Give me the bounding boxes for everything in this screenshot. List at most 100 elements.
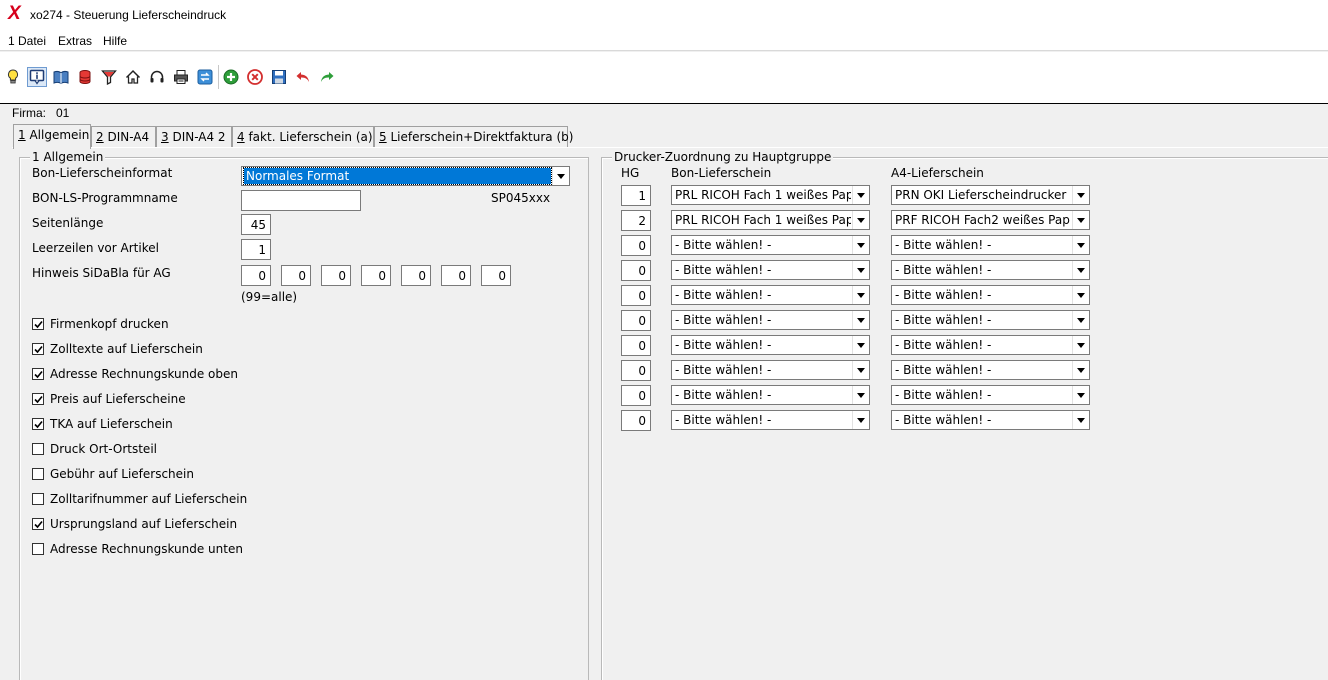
a4-printer-select[interactable]: PRF RICOH Fach2 weißes Papier (891, 210, 1090, 230)
chevron-down-icon[interactable] (852, 311, 869, 329)
tab-label: Lieferschein+Direktfaktura (b) (386, 130, 574, 144)
hg-input[interactable]: 0 (621, 260, 651, 281)
checkbox[interactable] (32, 343, 44, 355)
a4-printer-select[interactable]: - Bitte wählen! - (891, 335, 1090, 355)
chevron-down-icon[interactable] (1072, 386, 1089, 404)
bon-printer-select[interactable]: - Bitte wählen! - (671, 410, 870, 430)
bon-printer-select[interactable]: PRL RICOH Fach 1 weißes Papier (671, 210, 870, 230)
hinweis-input-1[interactable]: 0 (241, 265, 271, 286)
hg-input[interactable]: 1 (621, 185, 651, 206)
bon-programm-hint: SP045xxx (491, 191, 551, 205)
book-icon[interactable] (51, 67, 71, 87)
redo-icon[interactable] (317, 67, 337, 87)
a4-printer-select[interactable]: - Bitte wählen! - (891, 285, 1090, 305)
switch-icon[interactable] (195, 67, 215, 87)
tab-din-a4[interactable]: 2 DIN-A4 (91, 126, 156, 148)
tab-fakt-lieferschein[interactable]: 4 fakt. Lieferschein (a) (232, 126, 374, 148)
select-value: - Bitte wählen! - (895, 388, 992, 402)
chevron-down-icon[interactable] (1072, 311, 1089, 329)
bon-printer-select[interactable]: - Bitte wählen! - (671, 360, 870, 380)
chevron-down-icon[interactable] (852, 411, 869, 429)
info-icon[interactable] (27, 67, 47, 87)
chevron-down-icon[interactable] (1072, 411, 1089, 429)
headset-icon[interactable] (147, 67, 167, 87)
chevron-down-icon[interactable] (1072, 186, 1089, 204)
checkbox[interactable] (32, 543, 44, 555)
printer-icon[interactable] (171, 67, 191, 87)
chevron-down-icon[interactable] (852, 261, 869, 279)
chevron-down-icon[interactable] (852, 186, 869, 204)
home-icon[interactable] (123, 67, 143, 87)
a4-printer-select[interactable]: - Bitte wählen! - (891, 310, 1090, 330)
hinweis-input-4[interactable]: 0 (361, 265, 391, 286)
save-icon[interactable] (269, 67, 289, 87)
checkbox[interactable] (32, 443, 44, 455)
menu-extras[interactable]: Extras (58, 34, 92, 48)
hg-input[interactable]: 0 (621, 285, 651, 306)
a4-printer-select[interactable]: - Bitte wählen! - (891, 410, 1090, 430)
checkmark-icon (34, 520, 43, 529)
tab-lieferschein-direktfaktura[interactable]: 5 Lieferschein+Direktfaktura (b) (374, 126, 573, 148)
a4-printer-select[interactable]: PRN OKI Lieferscheindrucker (891, 185, 1090, 205)
a4-printer-select[interactable]: - Bitte wählen! - (891, 360, 1090, 380)
checkbox[interactable] (32, 318, 44, 330)
lightbulb-icon[interactable] (3, 67, 23, 87)
chevron-down-icon[interactable] (1072, 211, 1089, 229)
hg-input[interactable]: 0 (621, 410, 651, 431)
chevron-down-icon[interactable] (852, 236, 869, 254)
chevron-down-icon[interactable] (1072, 336, 1089, 354)
hg-input[interactable]: 0 (621, 335, 651, 356)
chevron-down-icon[interactable] (852, 211, 869, 229)
chevron-down-icon[interactable] (852, 386, 869, 404)
hinweis-input-2[interactable]: 0 (281, 265, 311, 286)
tab-din-a4-2[interactable]: 3 DIN-A4 2 (156, 126, 232, 148)
chevron-down-icon[interactable] (852, 336, 869, 354)
chevron-down-icon[interactable] (552, 167, 569, 185)
hinweis-input-7[interactable]: 0 (481, 265, 511, 286)
cancel-icon[interactable] (245, 67, 265, 87)
checkbox[interactable] (32, 368, 44, 380)
menu-datei[interactable]: 1 Datei (8, 34, 46, 48)
bon-printer-select[interactable]: - Bitte wählen! - (671, 310, 870, 330)
bon-printer-select[interactable]: - Bitte wählen! - (671, 260, 870, 280)
tab-allgemein[interactable]: 1 Allgemein (13, 124, 91, 149)
hinweis-input-3[interactable]: 0 (321, 265, 351, 286)
chevron-down-icon[interactable] (1072, 361, 1089, 379)
checkbox-label: Zolltexte auf Lieferschein (50, 342, 203, 356)
a4-printer-select[interactable]: - Bitte wählen! - (891, 260, 1090, 280)
hg-input[interactable]: 0 (621, 385, 651, 406)
hinweis-input-5[interactable]: 0 (401, 265, 431, 286)
hg-input[interactable]: 0 (621, 310, 651, 331)
filter-icon[interactable] (99, 67, 119, 87)
bon-programm-input[interactable] (241, 190, 361, 211)
undo-icon[interactable] (293, 67, 313, 87)
checkbox[interactable] (32, 418, 44, 430)
chevron-down-icon[interactable] (1072, 236, 1089, 254)
database-icon[interactable] (75, 67, 95, 87)
checkbox[interactable] (32, 468, 44, 480)
leerzeilen-input[interactable]: 1 (241, 239, 271, 260)
checkbox[interactable] (32, 518, 44, 530)
seitenlaenge-input[interactable]: 45 (241, 214, 271, 235)
hg-input[interactable]: 2 (621, 210, 651, 231)
hg-input[interactable]: 0 (621, 360, 651, 381)
chevron-down-icon[interactable] (852, 361, 869, 379)
chevron-down-icon[interactable] (852, 286, 869, 304)
hg-input[interactable]: 0 (621, 235, 651, 256)
bon-printer-select[interactable]: - Bitte wählen! - (671, 385, 870, 405)
add-icon[interactable] (221, 67, 241, 87)
bon-printer-select[interactable]: PRL RICOH Fach 1 weißes Papier (671, 185, 870, 205)
chevron-down-icon[interactable] (1072, 261, 1089, 279)
bon-format-select[interactable]: Normales Format (241, 166, 570, 186)
a4-printer-select[interactable]: - Bitte wählen! - (891, 235, 1090, 255)
menu-hilfe[interactable]: Hilfe (103, 34, 127, 48)
chevron-down-icon[interactable] (1072, 286, 1089, 304)
bon-printer-select[interactable]: - Bitte wählen! - (671, 235, 870, 255)
tab-body-border (12, 147, 1328, 148)
a4-printer-select[interactable]: - Bitte wählen! - (891, 385, 1090, 405)
checkbox[interactable] (32, 493, 44, 505)
checkbox[interactable] (32, 393, 44, 405)
bon-printer-select[interactable]: - Bitte wählen! - (671, 335, 870, 355)
hinweis-input-6[interactable]: 0 (441, 265, 471, 286)
bon-printer-select[interactable]: - Bitte wählen! - (671, 285, 870, 305)
